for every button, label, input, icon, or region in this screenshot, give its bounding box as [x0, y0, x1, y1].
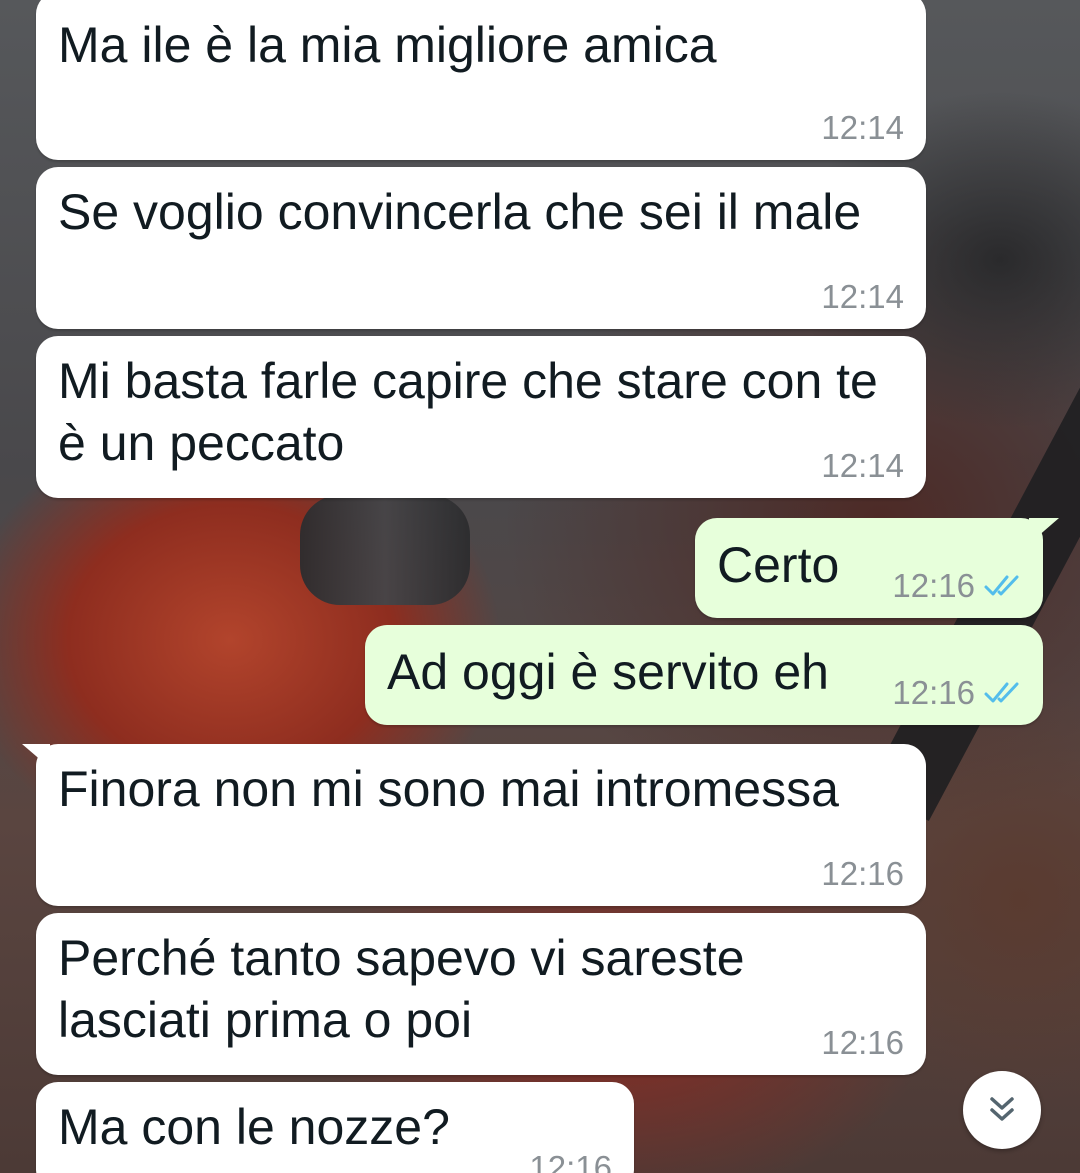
message-time: 12:14	[821, 278, 904, 315]
message-bubble-outgoing[interactable]: Ad oggi è servito eh 12:16	[365, 625, 1043, 725]
message-meta: 12:16	[529, 1148, 612, 1173]
read-receipt-icon	[984, 682, 1019, 703]
message-meta: 12:16	[821, 1023, 904, 1063]
bubble-tail	[22, 744, 50, 768]
message-bubble-incoming[interactable]: Perché tanto sapevo vi sareste lasciati …	[36, 913, 926, 1075]
message-bubble-incoming[interactable]: Ma ile è la mia migliore amica 12:14	[36, 0, 926, 160]
message-text: Perché tanto sapevo vi sareste lasciati …	[58, 930, 759, 1048]
message-meta: 12:16	[821, 854, 904, 894]
message-meta: 12:14	[821, 277, 904, 317]
message-time: 12:16	[892, 674, 975, 711]
message-text: Mi basta farle capire che stare con te è…	[58, 353, 892, 471]
message-list[interactable]: Ma ile è la mia migliore amica 12:14 Se …	[0, 0, 1080, 1173]
message-text: Finora non mi sono mai intromessa	[58, 761, 839, 817]
message-meta: 12:14	[821, 446, 904, 486]
message-meta: 12:16	[892, 566, 1023, 606]
message-text: Se voglio convincerla che sei il male	[58, 184, 862, 240]
message-meta: 12:16	[892, 673, 1023, 713]
double-chevron-down-icon	[990, 1097, 1014, 1121]
message-bubble-incoming[interactable]: Ma con le nozze? 12:16	[36, 1082, 634, 1173]
message-time: 12:16	[892, 567, 975, 604]
message-time: 12:14	[821, 447, 904, 484]
message-time: 12:14	[821, 109, 904, 146]
message-bubble-incoming[interactable]: Se voglio convincerla che sei il male 12…	[36, 167, 926, 329]
read-receipt-icon	[984, 575, 1019, 596]
message-time: 12:16	[529, 1149, 612, 1173]
message-bubble-outgoing[interactable]: Certo 12:16	[695, 518, 1059, 618]
scroll-to-bottom-button[interactable]	[963, 1071, 1041, 1149]
message-bubble-incoming[interactable]: Finora non mi sono mai intromessa 12:16	[22, 744, 926, 906]
message-meta: 12:14	[821, 108, 904, 148]
message-time: 12:16	[821, 1024, 904, 1061]
message-bubble-incoming[interactable]: Mi basta farle capire che stare con te è…	[36, 336, 926, 498]
message-time: 12:16	[821, 855, 904, 892]
message-text: Ma ile è la mia migliore amica	[58, 17, 717, 73]
bubble-tail	[1029, 518, 1059, 544]
